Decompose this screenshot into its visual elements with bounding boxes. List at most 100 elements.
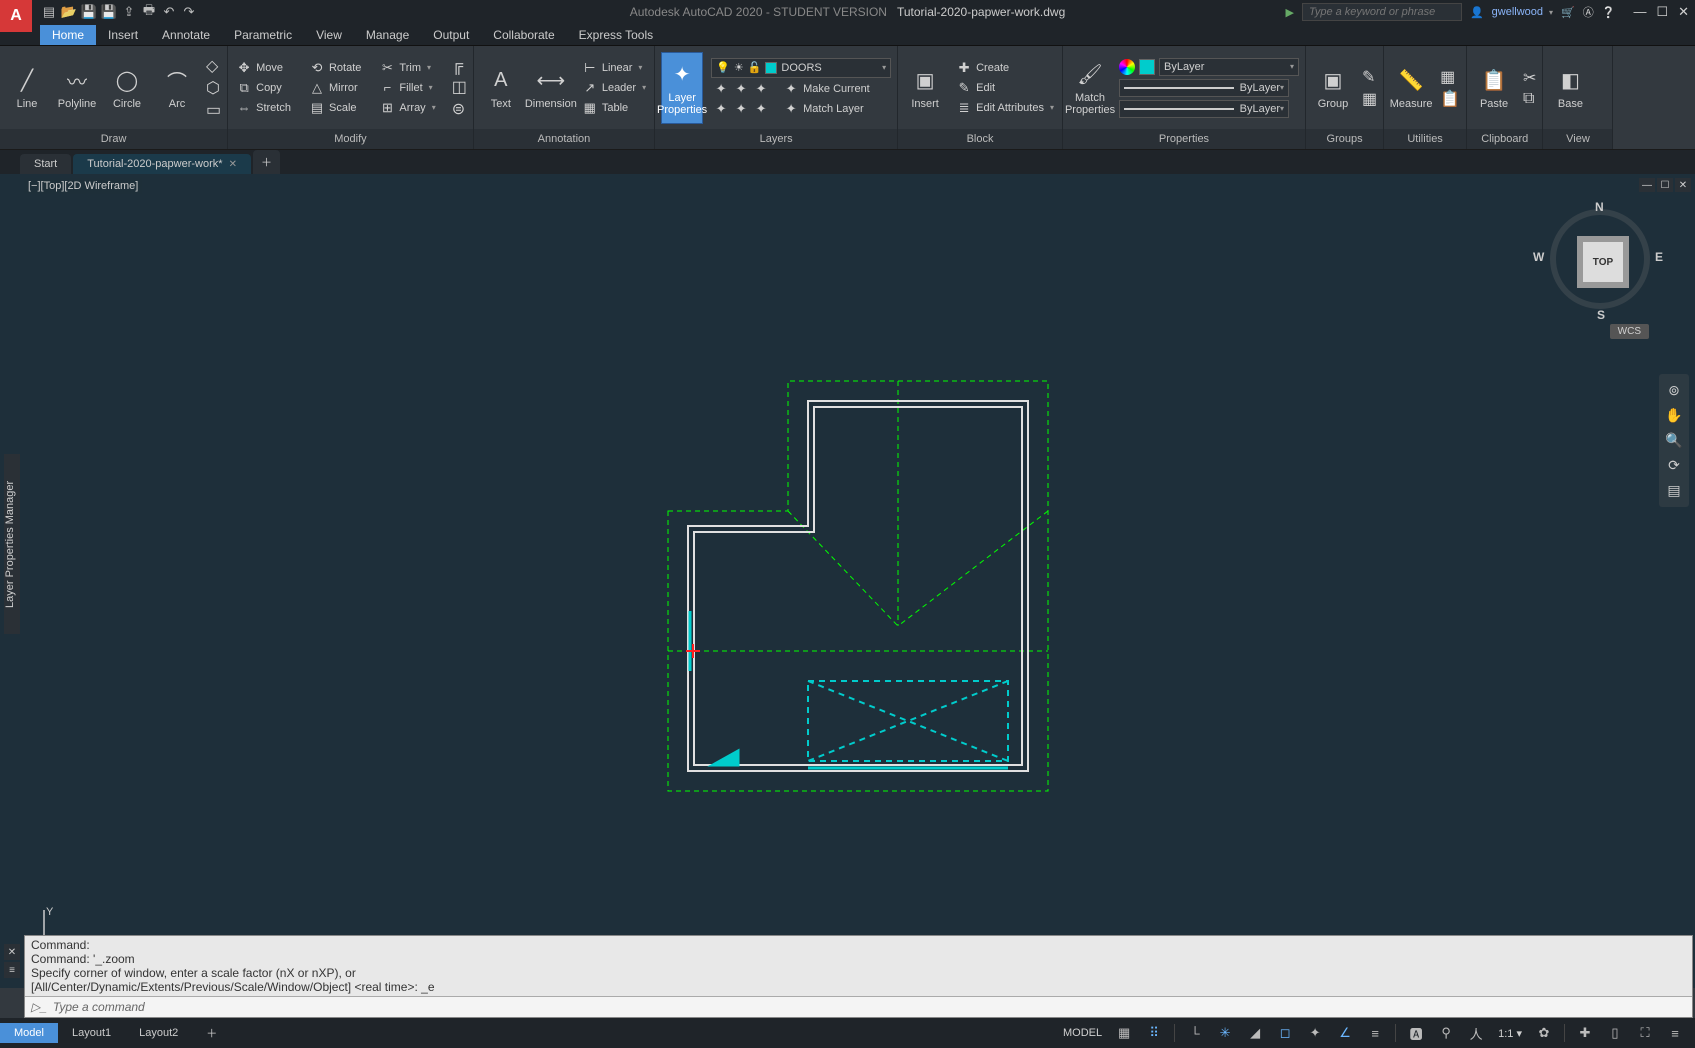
trim-button[interactable]: ✂Trim▾: [377, 59, 437, 77]
measure-button[interactable]: 📏Measure: [1390, 52, 1432, 124]
modify-extra-icon[interactable]: ╔: [452, 57, 467, 75]
menutab-home[interactable]: Home: [40, 25, 96, 45]
fillet-button[interactable]: ⌐Fillet▾: [377, 79, 437, 97]
minimize-icon[interactable]: —: [1633, 4, 1646, 20]
menutab-express-tools[interactable]: Express Tools: [567, 25, 665, 45]
line-button[interactable]: ╱Line: [6, 52, 48, 124]
linear-button[interactable]: ⊢Linear▾: [580, 59, 648, 77]
zoom-extents-icon[interactable]: 🔍: [1665, 432, 1682, 449]
layer-manager-tab[interactable]: Layer Properties Manager: [4, 454, 20, 634]
user-menu[interactable]: gwellwood ▾: [1492, 6, 1553, 18]
qat-undo-icon[interactable]: ↶: [160, 3, 178, 21]
calc-icon[interactable]: ▦: [1440, 67, 1460, 87]
copy-button[interactable]: ⧉Copy: [234, 79, 293, 97]
match-layer-button[interactable]: ✦Match Layer: [781, 100, 872, 118]
workspace-icon[interactable]: ✿: [1532, 1021, 1556, 1045]
layer-properties-button[interactable]: ✦Layer Properties: [661, 52, 703, 124]
filetab-current[interactable]: Tutorial-2020-papwer-work*✕: [73, 154, 251, 174]
modify-extra-icon[interactable]: ◫: [452, 77, 467, 97]
move-button[interactable]: ✥Move: [234, 59, 293, 77]
arc-button[interactable]: ⌒Arc: [156, 52, 198, 124]
help-icon[interactable]: ❔: [1602, 6, 1616, 19]
panel-block-title[interactable]: Block: [898, 129, 1062, 149]
3dosnap-icon[interactable]: ✦: [1303, 1021, 1327, 1045]
panel-groups-title[interactable]: Groups: [1306, 129, 1383, 149]
viewcube-e[interactable]: E: [1655, 250, 1663, 264]
ortho-icon[interactable]: └: [1183, 1021, 1207, 1045]
viewcube-n[interactable]: N: [1595, 200, 1604, 214]
dimension-button[interactable]: ⟷Dimension: [530, 52, 572, 124]
filetab-new[interactable]: ＋: [253, 150, 280, 174]
color-swatch[interactable]: [1139, 59, 1155, 75]
polar-icon[interactable]: ✳: [1213, 1021, 1237, 1045]
table-button[interactable]: ▦Table: [580, 99, 648, 117]
osnap-icon[interactable]: ◻: [1273, 1021, 1297, 1045]
match-properties-button[interactable]: 🖌Match Properties: [1069, 52, 1111, 124]
qat-saveas-icon[interactable]: 💾: [100, 3, 118, 21]
iso-icon[interactable]: ◢: [1243, 1021, 1267, 1045]
panel-properties-title[interactable]: Properties: [1063, 129, 1305, 149]
viewport-min-icon[interactable]: —: [1639, 178, 1655, 192]
cmd-close-icon[interactable]: ✕: [4, 944, 20, 960]
panel-utilities-title[interactable]: Utilities: [1384, 129, 1466, 149]
drawing-canvas[interactable]: [−][Top][2D Wireframe] — ☐ ✕ Layer Prope…: [0, 174, 1695, 988]
status-model[interactable]: MODEL: [1059, 1027, 1106, 1039]
orbit-icon[interactable]: ⟳: [1668, 457, 1680, 474]
app-store-icon[interactable]: Ⓐ: [1583, 4, 1594, 20]
lineweight-combo[interactable]: ByLayer▾: [1119, 79, 1289, 97]
login-icon[interactable]: 👤: [1470, 6, 1484, 19]
panel-clipboard-title[interactable]: Clipboard: [1467, 129, 1542, 149]
quickprops-icon[interactable]: ⛶: [1633, 1021, 1657, 1045]
block-edit-button[interactable]: ✎Edit: [954, 79, 1056, 97]
customize-icon[interactable]: ≡: [1663, 1021, 1687, 1045]
group-button[interactable]: ▣Group: [1312, 52, 1354, 124]
viewcube-s[interactable]: S: [1597, 308, 1605, 322]
grid-icon[interactable]: ▦: [1112, 1021, 1136, 1045]
qat-new-icon[interactable]: ▤: [40, 3, 58, 21]
panel-layers-title[interactable]: Layers: [655, 129, 897, 149]
command-input[interactable]: ▷_ Type a command: [25, 996, 1692, 1017]
wcs-badge[interactable]: WCS: [1610, 324, 1649, 339]
panel-annotation-title[interactable]: Annotation: [474, 129, 654, 149]
color-wheel-icon[interactable]: [1119, 59, 1135, 75]
panel-draw-title[interactable]: Draw: [0, 129, 227, 149]
qat-plot-icon[interactable]: 🖶: [140, 3, 158, 21]
annovis-icon[interactable]: ⚲: [1434, 1021, 1458, 1045]
viewcube-w[interactable]: W: [1533, 250, 1544, 264]
menutab-collaborate[interactable]: Collaborate: [481, 25, 566, 45]
scale-combo[interactable]: 1:1 ▾: [1494, 1027, 1526, 1040]
menutab-view[interactable]: View: [304, 25, 354, 45]
ungroup-icon[interactable]: ▦: [1362, 89, 1377, 109]
viewcube[interactable]: TOP N S E W: [1545, 204, 1655, 314]
close-icon[interactable]: ✕: [1678, 4, 1689, 20]
layer-state-btn[interactable]: ✦✦✦: [711, 80, 771, 98]
filetab-start[interactable]: Start: [20, 154, 71, 174]
base-button[interactable]: ◧Base: [1549, 52, 1591, 124]
group-edit-icon[interactable]: ✎: [1362, 67, 1377, 87]
insert-button[interactable]: ▣Insert: [904, 52, 946, 124]
rotate-button[interactable]: ⟲Rotate: [307, 59, 363, 77]
annoauto-icon[interactable]: 人: [1464, 1021, 1488, 1045]
layer-iso-btn[interactable]: ✦✦✦: [711, 100, 771, 118]
menutab-insert[interactable]: Insert: [96, 25, 150, 45]
cut-icon[interactable]: ✂: [1523, 68, 1536, 88]
polyline-button[interactable]: 〰Polyline: [56, 52, 98, 124]
annoscale-icon[interactable]: 🅰: [1404, 1021, 1428, 1045]
viewcube-top[interactable]: TOP: [1583, 242, 1623, 282]
units-icon[interactable]: ▯: [1603, 1021, 1627, 1045]
point-icon[interactable]: 📋: [1440, 89, 1460, 109]
stretch-button[interactable]: ⇔Stretch: [234, 99, 293, 117]
menutab-manage[interactable]: Manage: [354, 25, 421, 45]
make-current-button[interactable]: ✦Make Current: [781, 80, 872, 98]
filetab-close-icon[interactable]: ✕: [229, 159, 237, 170]
menutab-parametric[interactable]: Parametric: [222, 25, 304, 45]
color-combo[interactable]: ByLayer▾: [1159, 58, 1299, 76]
modify-extra-icon[interactable]: ⊜: [452, 99, 467, 119]
app-logo[interactable]: A: [0, 0, 32, 32]
qat-web-icon[interactable]: ⇪: [120, 3, 138, 21]
draw-extra-icon[interactable]: ⬡: [206, 78, 221, 98]
qat-redo-icon[interactable]: ↷: [180, 3, 198, 21]
search-input[interactable]: [1302, 3, 1462, 21]
panel-modify-title[interactable]: Modify: [228, 129, 473, 149]
maximize-icon[interactable]: ☐: [1656, 4, 1668, 20]
